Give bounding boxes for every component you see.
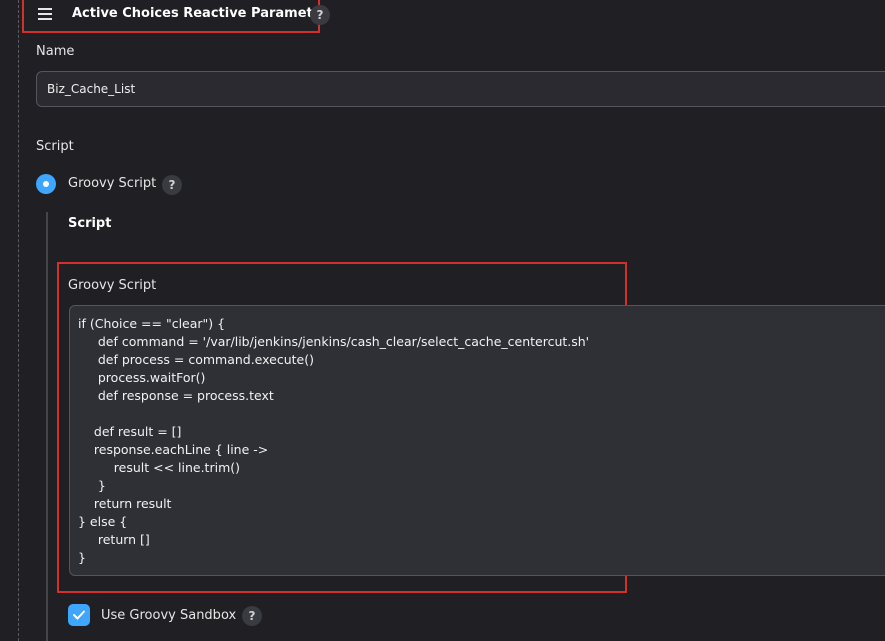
groovy-script-radio[interactable] [36, 174, 56, 194]
parameter-type-title: Active Choices Reactive Parameter [72, 6, 328, 21]
jenkins-parameter-config: Active Choices Reactive Parameter ? Name… [0, 0, 885, 641]
groovy-script-help-icon[interactable]: ? [162, 175, 182, 195]
groovy-script-code-editor[interactable]: if (Choice == "clear") { def command = '… [69, 305, 885, 576]
header-help-icon[interactable]: ? [310, 5, 330, 25]
use-groovy-sandbox-checkbox[interactable] [68, 604, 90, 626]
dashed-gutter-divider [18, 0, 19, 641]
name-label: Name [36, 44, 75, 59]
script-label: Script [36, 139, 74, 154]
groovy-script-radio-label[interactable]: Groovy Script [68, 176, 156, 191]
use-groovy-sandbox-label[interactable]: Use Groovy Sandbox [101, 608, 236, 623]
sandbox-help-icon[interactable]: ? [242, 606, 262, 626]
script-sub-heading: Script [68, 216, 112, 231]
groovy-script-editor-label: Groovy Script [68, 278, 157, 293]
drag-handle-icon[interactable] [38, 8, 52, 20]
check-icon [73, 610, 85, 620]
section-indent-divider [46, 212, 48, 641]
name-input[interactable]: Biz_Cache_List [36, 71, 885, 107]
